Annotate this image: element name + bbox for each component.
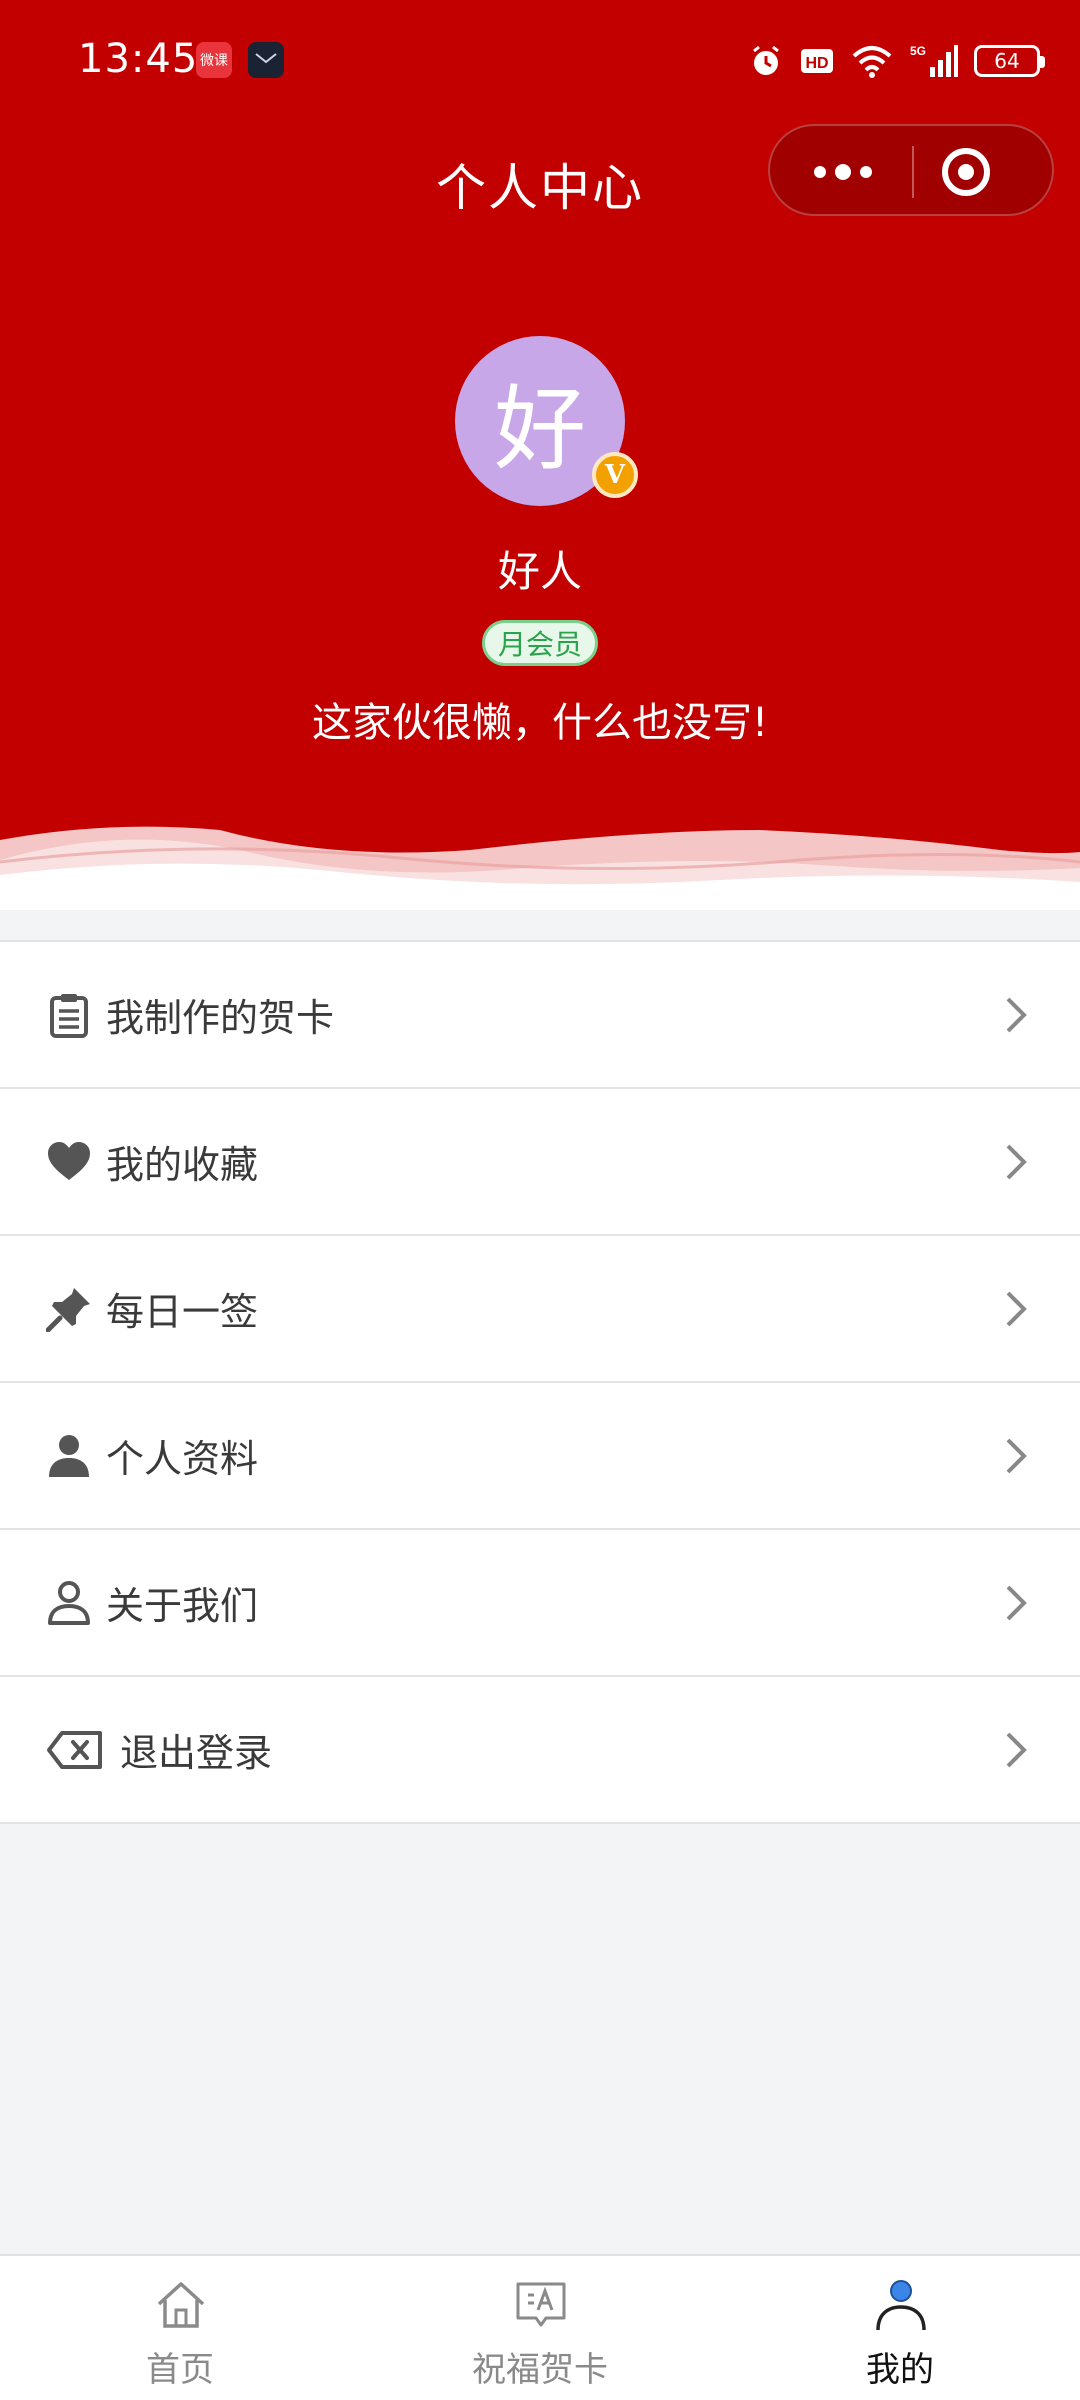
profile-page: 13:45 微课 HD 5G 64 个人中心 好 V 好人 月会员 这家伙很懒，… bbox=[0, 0, 1080, 2400]
vip-badge-icon: V bbox=[592, 452, 638, 498]
tab-label: 我的 bbox=[866, 2350, 934, 2390]
menu-item-label: 我制作的贺卡 bbox=[106, 996, 335, 1040]
clipboard-icon bbox=[50, 993, 88, 1038]
chevron-right-icon bbox=[1006, 1585, 1027, 1620]
tab-label: 祝福贺卡 bbox=[472, 2350, 608, 2390]
capsule-divider bbox=[912, 146, 914, 198]
alarm-icon bbox=[753, 45, 779, 75]
miniprogram-capsule bbox=[768, 124, 1054, 216]
tab-greeting-cards[interactable]: 祝福贺卡 bbox=[430, 2256, 650, 2400]
menu-item-label: 我的收藏 bbox=[106, 1143, 259, 1187]
tab-label: 首页 bbox=[146, 2350, 214, 2390]
chevron-right-icon bbox=[1006, 997, 1027, 1032]
user-bio: 这家伙很懒，什么也没写! bbox=[311, 700, 769, 746]
menu-item-logout[interactable]: 退出登录 bbox=[0, 1677, 1080, 1824]
battery-level: 64 bbox=[994, 49, 1020, 73]
card-icon bbox=[516, 2282, 566, 2327]
menu-item-about-us[interactable]: 关于我们 bbox=[0, 1530, 1080, 1677]
user-icon bbox=[876, 2280, 926, 2331]
signal-5g-icon: 5G bbox=[910, 44, 958, 77]
svg-text:HD: HD bbox=[805, 55, 828, 72]
menu-item-daily-sign[interactable]: 每日一签 bbox=[0, 1236, 1080, 1383]
header-wave bbox=[0, 826, 1080, 910]
chevron-right-icon bbox=[1006, 1144, 1027, 1179]
battery-indicator: 64 bbox=[974, 45, 1045, 77]
wifi-icon bbox=[852, 46, 892, 78]
svg-text:5G: 5G bbox=[910, 44, 926, 58]
menu-item-favorites[interactable]: 我的收藏 bbox=[0, 1089, 1080, 1236]
heart-icon bbox=[48, 1141, 90, 1180]
menu-item-my-cards[interactable]: 我制作的贺卡 bbox=[0, 942, 1080, 1089]
chevron-right-icon bbox=[1006, 1438, 1027, 1473]
menu-item-label: 关于我们 bbox=[106, 1584, 259, 1628]
weike-app-icon: 微课 bbox=[196, 42, 232, 78]
mail-app-icon bbox=[248, 42, 284, 78]
nickname: 好人 bbox=[497, 547, 582, 596]
menu-item-label: 退出登录 bbox=[120, 1731, 273, 1775]
more-icon[interactable] bbox=[808, 152, 878, 192]
chevron-right-icon bbox=[1006, 1291, 1027, 1326]
chevron-right-icon bbox=[1006, 1732, 1027, 1767]
member-tag: 月会员 bbox=[482, 620, 598, 666]
user-outline-icon bbox=[48, 1580, 90, 1625]
status-bar: 13:45 微课 HD 5G 64 bbox=[0, 0, 1080, 120]
tab-home[interactable]: 首页 bbox=[70, 2256, 290, 2400]
status-time: 13:45 bbox=[78, 36, 199, 82]
tab-mine[interactable]: 我的 bbox=[790, 2256, 1010, 2400]
home-icon bbox=[157, 2282, 205, 2328]
close-miniprogram-icon[interactable] bbox=[940, 146, 992, 198]
backspace-icon bbox=[47, 1730, 102, 1769]
status-icons: HD 5G 64 bbox=[748, 40, 1045, 82]
hd-icon: HD bbox=[801, 49, 833, 73]
profile-header: 13:45 微课 HD 5G 64 个人中心 好 V 好人 月会员 这家伙很懒，… bbox=[0, 0, 1080, 910]
menu-item-label: 个人资料 bbox=[106, 1437, 259, 1481]
menu-item-profile-info[interactable]: 个人资料 bbox=[0, 1383, 1080, 1530]
pin-icon bbox=[46, 1287, 90, 1332]
tab-bar: 首页 祝福贺卡 我的 bbox=[0, 2254, 1080, 2400]
menu-list: 我制作的贺卡 我的收藏 每日一签 个人资料 关于我们 退出登录 bbox=[0, 940, 1080, 1824]
user-icon bbox=[49, 1434, 89, 1477]
menu-item-label: 每日一签 bbox=[106, 1290, 259, 1334]
